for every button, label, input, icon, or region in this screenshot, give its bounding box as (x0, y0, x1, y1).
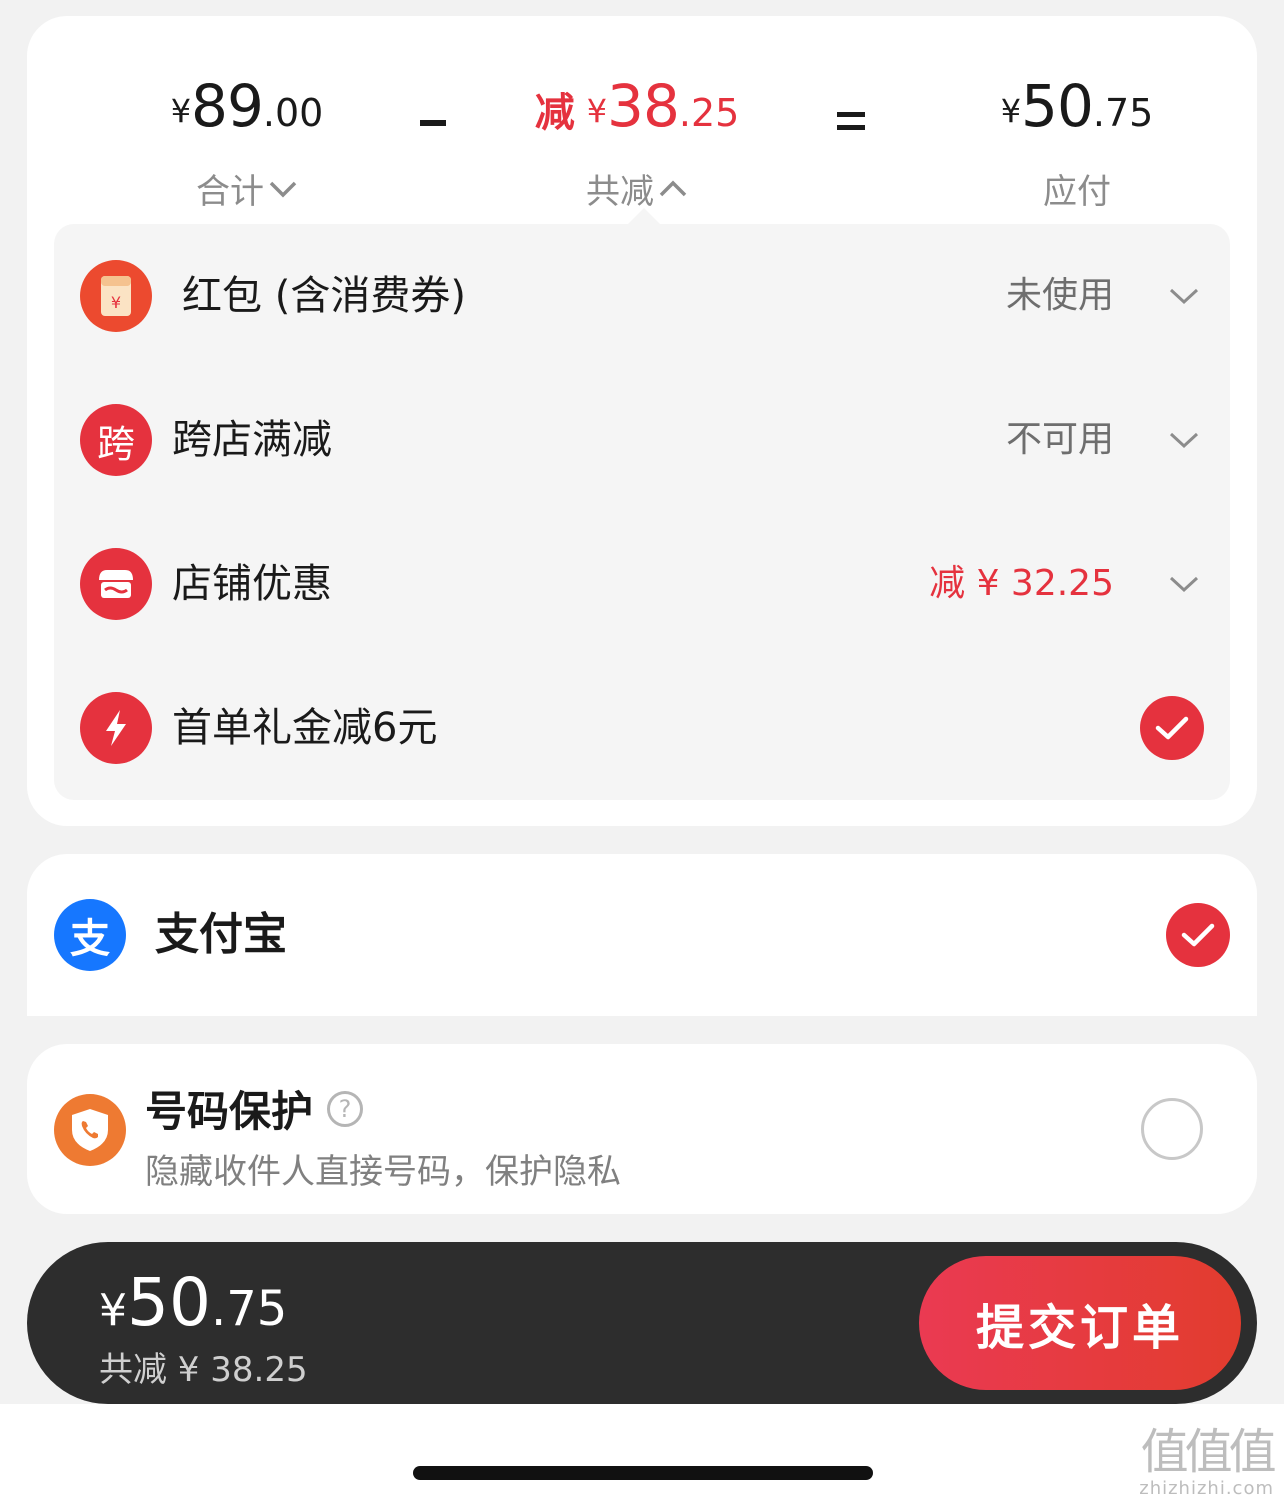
phone-shield-icon (54, 1094, 126, 1166)
watermark: 值值值 zhizhizhi.com (1139, 1424, 1277, 1499)
discount-amount: 减 ¥38.25 (534, 72, 740, 140)
chevron-down-icon (1169, 288, 1199, 305)
order-summary-card: ¥89.00 合计 减 ¥38.25 共减 ¥50.75 应付 ¥ 红包 (含消费… (27, 16, 1257, 826)
total-toggle[interactable]: 合计 (196, 164, 298, 213)
checkmark-icon[interactable] (1166, 903, 1230, 967)
chevron-down-icon (1169, 576, 1199, 593)
checkout-bar: ¥50.75 共减 ¥ 38.25 提交订单 (27, 1242, 1257, 1404)
bar-total-price: ¥50.75 (99, 1264, 288, 1341)
payment-method-card[interactable]: 支 支付宝 (27, 854, 1257, 1016)
equals-operator (837, 112, 865, 138)
total-amount: ¥89.00 (170, 72, 324, 140)
discount-row-cross-store[interactable]: 跨 跨店满减 不可用 (54, 368, 1230, 512)
discount-status: 未使用 (1005, 275, 1114, 316)
chevron-down-icon (1169, 432, 1199, 449)
protection-title: 号码保护 (145, 1087, 314, 1136)
discount-label: 跨店满减 (172, 417, 332, 463)
protection-title-row: 号码保护 ? (145, 1078, 364, 1139)
minus-operator (420, 120, 446, 126)
red-envelope-icon: ¥ (80, 260, 152, 332)
discount-label: 红包 (含消费券) (182, 273, 466, 319)
discount-detail-panel: ¥ 红包 (含消费券) 未使用 跨 跨店满减 不可用 店铺优惠 减 ¥ 32.2… (54, 224, 1230, 800)
payment-method-label: 支付宝 (155, 909, 287, 960)
protection-radio[interactable] (1141, 1098, 1203, 1160)
svg-text:¥: ¥ (111, 293, 121, 312)
cross-store-icon: 跨 (80, 404, 152, 476)
panel-pointer (628, 208, 660, 224)
lightning-icon (80, 692, 152, 764)
chevron-up-icon (659, 180, 687, 196)
alipay-icon: 支 (54, 899, 126, 971)
watermark-logo: 值值值 (1140, 1424, 1277, 1480)
discount-toggle[interactable]: 共减 (586, 164, 688, 213)
discount-row-red-envelope[interactable]: ¥ 红包 (含消费券) 未使用 (54, 224, 1230, 368)
discount-row-first-order[interactable]: 首单礼金减6元 (54, 656, 1230, 800)
home-indicator[interactable] (413, 1466, 873, 1480)
checkmark-icon[interactable] (1140, 696, 1204, 760)
discount-label: 共减 (586, 172, 654, 212)
discount-status: 减 ¥ 32.25 (929, 563, 1114, 604)
bar-discount-text: 共减 ¥ 38.25 (99, 1350, 308, 1390)
total-column[interactable]: ¥89.00 合计 (127, 76, 367, 213)
payable-amount: ¥50.75 (1000, 72, 1154, 140)
help-icon[interactable]: ? (327, 1090, 364, 1127)
payable-label: 应付 (1043, 172, 1111, 212)
protection-subtitle: 隐藏收件人直接号码，保护隐私 (145, 1152, 621, 1192)
discount-status: 不可用 (1005, 419, 1114, 460)
submit-order-button[interactable]: 提交订单 (919, 1256, 1241, 1390)
discount-column[interactable]: 减 ¥38.25 共减 (507, 76, 767, 213)
total-label: 合计 (196, 172, 264, 212)
discount-row-shop[interactable]: 店铺优惠 减 ¥ 32.25 (54, 512, 1230, 656)
discount-label: 店铺优惠 (172, 561, 332, 607)
payable-column: ¥50.75 应付 (957, 76, 1197, 213)
watermark-url: zhizhizhi.com (1139, 1478, 1274, 1499)
home-indicator-area: 值值值 zhizhizhi.com (0, 1404, 1284, 1506)
number-protection-card[interactable]: 号码保护 ? 隐藏收件人直接号码，保护隐私 (27, 1044, 1257, 1214)
discount-label: 首单礼金减6元 (172, 705, 438, 751)
chevron-down-icon (269, 181, 297, 197)
shop-icon (80, 548, 152, 620)
